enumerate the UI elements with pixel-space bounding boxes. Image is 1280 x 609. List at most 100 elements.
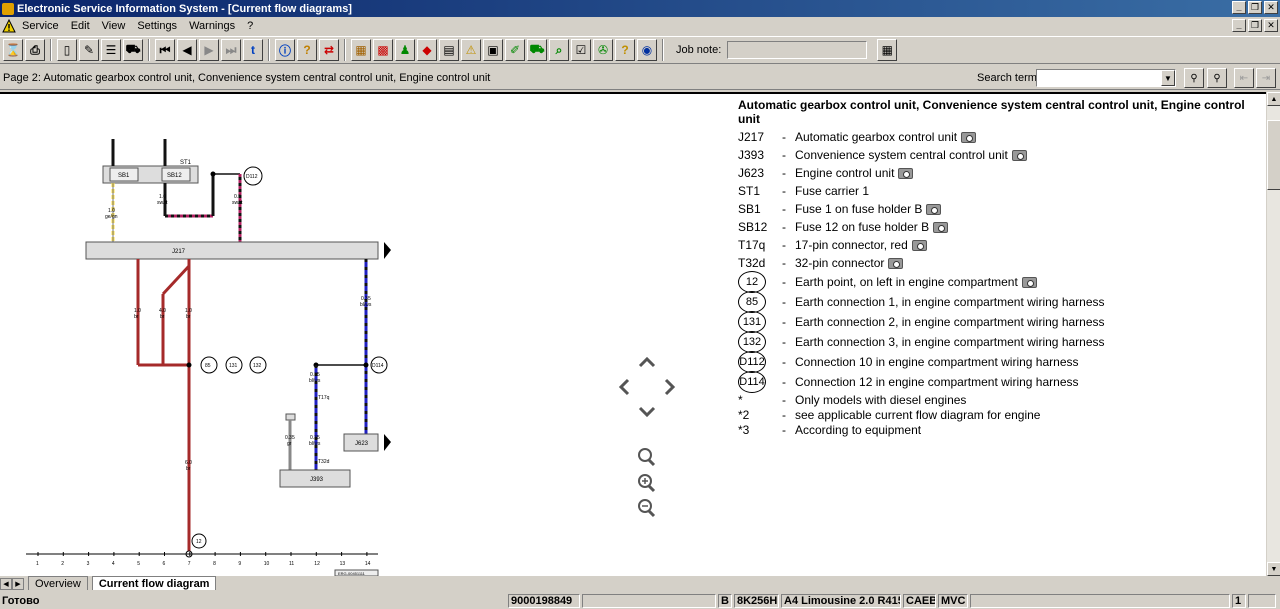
search-parts-icon[interactable]: ⌕	[549, 39, 569, 61]
pan-right-icon[interactable]	[664, 378, 676, 396]
legend-code: 12	[738, 271, 782, 293]
components-icon[interactable]: ▩	[373, 39, 393, 61]
earth-connection-85-label: 85	[205, 363, 211, 369]
camera-icon[interactable]	[898, 167, 914, 179]
wiring-diagram[interactable]: SB1 SB12 ST1 1.0 ge/gn 1.0 sw/rt 0.5 sw/…	[0, 94, 600, 576]
print-icon[interactable]: ⎙	[25, 39, 45, 61]
legend-list: J217- Automatic gearbox control unit J393 -…	[738, 128, 1258, 437]
minimize-button[interactable]: _	[1232, 1, 1246, 14]
tab-scroll-left-icon[interactable]: ◀	[0, 578, 12, 590]
back-icon[interactable]: t	[243, 39, 263, 61]
pan-up-icon[interactable]	[638, 356, 656, 368]
legend-dash: -	[782, 148, 786, 162]
legend-code: 85	[738, 291, 782, 313]
camera-icon[interactable]	[911, 239, 927, 251]
menu-help[interactable]: ?	[241, 20, 259, 32]
camera-icon[interactable]	[1011, 149, 1027, 161]
chevron-down-icon[interactable]: ▼	[1161, 70, 1175, 86]
edit-document-icon[interactable]: ✎	[79, 39, 99, 61]
main-toolbar: ⌛ ⎙ ▯ ✎ ☰ ⛟ ⏮ ◀ ▶ ⏭ t ⓘ ? ⇄ ▦ ▩ ♟ ◆ ▤ ⚠ …	[0, 36, 1280, 64]
wire-color: gr	[287, 441, 292, 447]
grid-icon[interactable]: ▦	[351, 39, 371, 61]
scroll-thumb[interactable]	[1267, 120, 1280, 190]
zoom-in-icon[interactable]	[638, 474, 656, 493]
save-icon[interactable]: ▣	[483, 39, 503, 61]
legend-item: J217 - Automatic gearbox control unit	[738, 128, 1258, 146]
column-number: 13	[340, 561, 346, 567]
previous-page-icon[interactable]: ◀	[177, 39, 197, 61]
camera-icon[interactable]	[933, 221, 949, 233]
zoom-out-icon[interactable]	[638, 499, 656, 518]
legend-code: J623	[738, 166, 765, 180]
scroll-up-icon[interactable]: ▲	[1267, 92, 1280, 106]
legend-code: J393	[738, 148, 765, 162]
child-minimize-button[interactable]: _	[1232, 19, 1246, 32]
vertical-scrollbar[interactable]: ▲ ▼	[1266, 92, 1280, 576]
column-number: 9	[238, 561, 241, 567]
globe-icon[interactable]: ◉	[637, 39, 657, 61]
car-icon[interactable]: ⛟	[123, 39, 143, 61]
legend-description: Connection 12 in engine compartment wiri…	[795, 375, 1079, 389]
document-list-icon[interactable]: ☰	[101, 39, 121, 61]
camera-icon[interactable]	[1021, 276, 1037, 288]
search-input[interactable]: ▼	[1036, 69, 1176, 87]
legend-item: J393 - Convenience system central control …	[738, 146, 1258, 164]
legend-item: T17q -17-pin connector, red	[738, 236, 1258, 254]
wrench-icon[interactable]: ✇	[593, 39, 613, 61]
question-doc-icon[interactable]: ?	[615, 39, 635, 61]
toolbar-separator	[148, 39, 150, 61]
help-icon[interactable]: ?	[297, 39, 317, 61]
checklist-icon[interactable]: ☑	[571, 39, 591, 61]
menu-settings[interactable]: Settings	[131, 20, 183, 32]
job-note-field[interactable]	[727, 41, 868, 59]
control-unit-j217	[85, 241, 379, 260]
tab-current-flow-diagram[interactable]: Current flow diagram	[91, 576, 217, 590]
last-page-icon[interactable]: ⏭	[221, 39, 241, 61]
pan-down-icon[interactable]	[638, 406, 656, 418]
scroll-down-icon[interactable]: ▼	[1267, 562, 1280, 576]
search-next-button[interactable]: ⚲	[1207, 68, 1227, 88]
legend-code: J217	[738, 130, 765, 144]
camera-icon[interactable]	[888, 257, 904, 269]
warning-icon[interactable]	[2, 19, 16, 33]
pan-left-icon[interactable]	[618, 378, 630, 396]
menu-service[interactable]: Service	[16, 20, 65, 32]
menu-edit[interactable]: Edit	[65, 20, 96, 32]
column-number: 5	[137, 561, 140, 567]
legend-dash: -	[782, 315, 786, 329]
status-empty	[970, 593, 1230, 608]
child-restore-button[interactable]: ❐	[1248, 19, 1262, 32]
wire-color: bl/ws	[309, 441, 321, 447]
people-icon[interactable]: ♟	[395, 39, 415, 61]
exit-icon[interactable]: ⌛	[3, 39, 23, 61]
next-page-icon[interactable]: ▶	[199, 39, 219, 61]
camera-icon[interactable]	[961, 131, 977, 143]
first-page-icon[interactable]: ⏮	[155, 39, 175, 61]
menu-warnings[interactable]: Warnings	[183, 20, 241, 32]
menu-view[interactable]: View	[96, 20, 132, 32]
search-prev-result-icon[interactable]: ⇤	[1234, 68, 1254, 88]
job-note-button[interactable]: ▦	[877, 39, 898, 61]
legend-code: D112	[738, 351, 782, 373]
tools-icon[interactable]: ✐	[505, 39, 525, 61]
info-icon[interactable]: ⓘ	[275, 39, 295, 61]
restore-button[interactable]: ❐	[1248, 1, 1262, 14]
search-button[interactable]: ⚲	[1184, 68, 1204, 88]
book-icon[interactable]: ◆	[417, 39, 437, 61]
switch-icon[interactable]: ⇄	[319, 39, 339, 61]
camera-icon[interactable]	[926, 203, 942, 215]
status-model: A4 Limousine 2.0 R415	[781, 593, 901, 608]
diagram-icon[interactable]: ▤	[439, 39, 459, 61]
vehicle-icon[interactable]: ⛟	[527, 39, 547, 61]
new-document-icon[interactable]: ▯	[57, 39, 77, 61]
tab-scroll-right-icon[interactable]: ▶	[12, 578, 24, 590]
child-close-button[interactable]: ✕	[1264, 19, 1278, 32]
close-button[interactable]: ✕	[1264, 1, 1278, 14]
legend-dash: -	[782, 392, 786, 407]
warning-toolbar-icon[interactable]: ⚠	[461, 39, 481, 61]
legend-description: Fuse 12 on fuse holder B	[795, 220, 930, 234]
tab-overview[interactable]: Overview	[28, 576, 88, 590]
column-number: 8	[213, 561, 216, 567]
zoom-fit-icon[interactable]	[638, 448, 656, 467]
search-next-result-icon[interactable]: ⇥	[1256, 68, 1276, 88]
